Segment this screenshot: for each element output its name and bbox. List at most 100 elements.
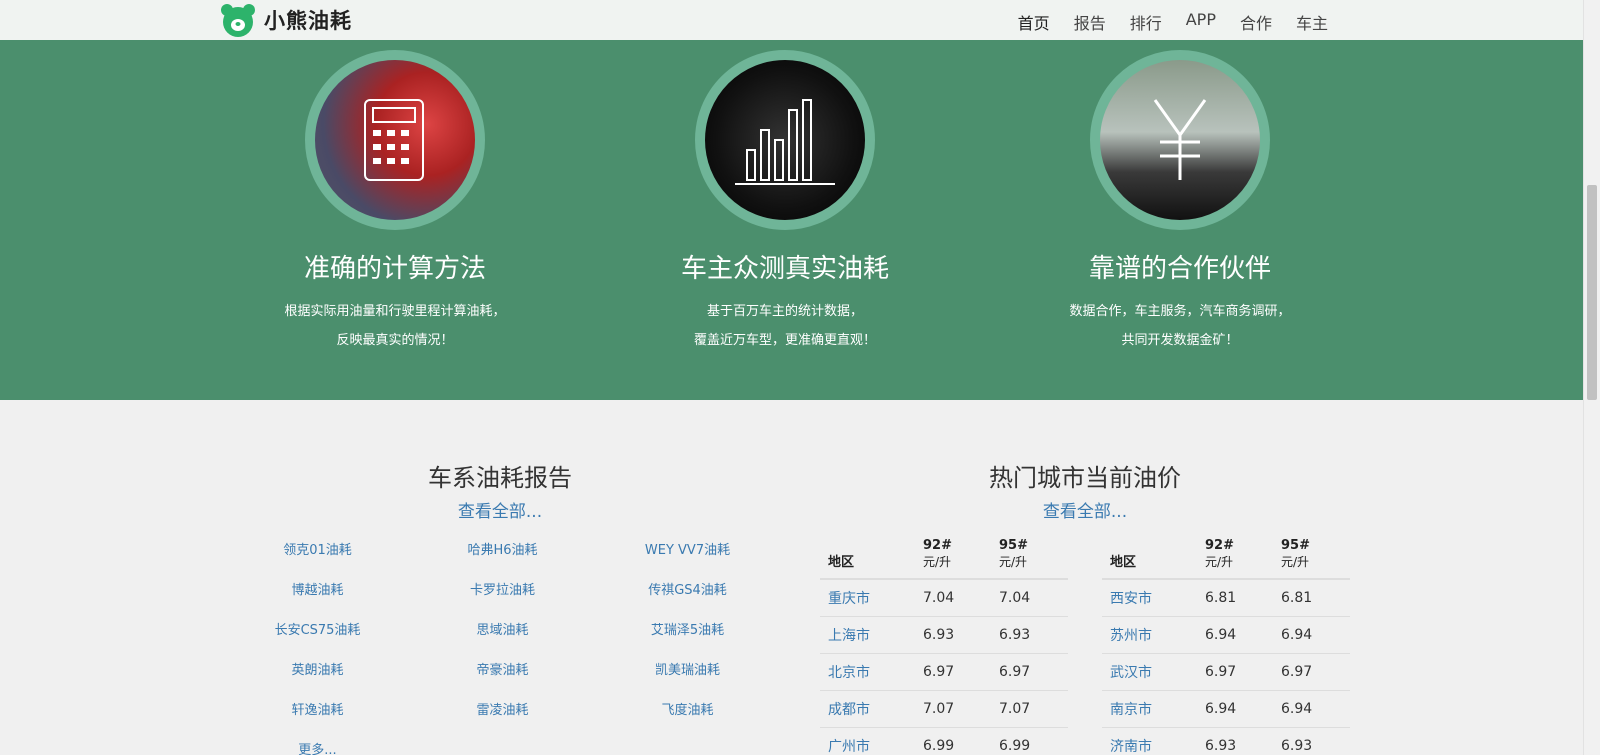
bar-chart-image bbox=[695, 50, 875, 230]
feature-accurate: 准确的计算方法 根据实际用油量和行驶里程计算油耗， 反映最真实的情况！ bbox=[205, 50, 585, 355]
table-row: 重庆市 7.04 7.04 bbox=[820, 579, 1068, 617]
report-link[interactable]: 帝豪油耗 bbox=[410, 660, 595, 700]
report-link[interactable]: 英朗油耗 bbox=[225, 660, 410, 700]
feature-desc-line: 反映最真实的情况！ bbox=[336, 333, 454, 348]
city-link[interactable]: 上海市 bbox=[820, 616, 915, 654]
feature-desc: 根据实际用油量和行驶里程计算油耗， 反映最真实的情况！ bbox=[205, 297, 585, 355]
page-scrollbar[interactable] bbox=[1583, 0, 1600, 755]
reports-title: 车系油耗报告 bbox=[428, 464, 572, 492]
price-95: 6.93 bbox=[1273, 727, 1350, 755]
unit-label: 元/升 bbox=[1205, 555, 1234, 569]
report-link[interactable]: 飞度油耗 bbox=[595, 700, 780, 740]
price-95: 7.04 bbox=[991, 579, 1068, 617]
report-grid: 领克01油耗 哈弗H6油耗 WEY VV7油耗 博越油耗 卡罗拉油耗 传祺GS4… bbox=[225, 540, 775, 755]
calculator-image bbox=[305, 50, 485, 230]
report-link[interactable]: 雷凌油耗 bbox=[410, 700, 595, 740]
nav-cooperation[interactable]: 合作 bbox=[1240, 10, 1272, 34]
report-link[interactable]: 哈弗H6油耗 bbox=[410, 540, 595, 580]
g92-label: 92# bbox=[923, 538, 952, 553]
feature-desc: 数据合作，车主服务，汽车商务调研， 共同开发数据金矿！ bbox=[990, 297, 1370, 355]
report-link[interactable]: 博越油耗 bbox=[225, 580, 410, 620]
feature-banner: 准确的计算方法 根据实际用油量和行驶里程计算油耗， 反映最真实的情况！ 车主众测… bbox=[0, 40, 1583, 400]
feature-title: 车主众测真实油耗 bbox=[680, 254, 889, 284]
report-link[interactable]: 凯美瑞油耗 bbox=[595, 660, 780, 700]
table-row: 西安市 6.81 6.81 bbox=[1102, 579, 1350, 617]
price-95: 6.97 bbox=[991, 653, 1068, 691]
reports-more-link[interactable]: 更多... bbox=[225, 740, 410, 755]
price-95: 6.94 bbox=[1273, 616, 1350, 654]
price-92: 7.07 bbox=[915, 690, 991, 728]
price-92: 6.93 bbox=[1197, 727, 1273, 755]
nav-ranking[interactable]: 排行 bbox=[1130, 10, 1162, 34]
report-link[interactable]: 艾瑞泽5油耗 bbox=[595, 620, 780, 660]
report-link[interactable]: 传祺GS4油耗 bbox=[595, 580, 780, 620]
nav-owners[interactable]: 车主 bbox=[1296, 10, 1328, 34]
feature-desc-line: 共同开发数据金矿！ bbox=[1121, 333, 1239, 348]
price-92: 6.94 bbox=[1197, 690, 1273, 728]
region-header: 地区 bbox=[1102, 538, 1197, 580]
unit-label: 元/升 bbox=[999, 555, 1028, 569]
table-header-row: 地区 92# 元/升 95# 元/升 bbox=[1102, 538, 1350, 580]
feature-desc-line: 根据实际用油量和行驶里程计算油耗， bbox=[284, 304, 506, 319]
price-92: 6.97 bbox=[1197, 653, 1273, 691]
g92-label: 92# bbox=[1205, 538, 1234, 553]
report-link[interactable]: WEY VV7油耗 bbox=[595, 540, 780, 580]
city-link[interactable]: 成都市 bbox=[820, 690, 915, 728]
reports-section: 车系油耗报告 查看全部... 领克01油耗 哈弗H6油耗 WEY VV7油耗 博… bbox=[225, 458, 775, 755]
price-95: 7.07 bbox=[991, 690, 1068, 728]
table-row: 武汉市 6.97 6.97 bbox=[1102, 653, 1350, 691]
region-header: 地区 bbox=[820, 538, 915, 580]
table-row: 成都市 7.07 7.07 bbox=[820, 690, 1068, 728]
report-link[interactable]: 卡罗拉油耗 bbox=[410, 580, 595, 620]
table-row: 上海市 6.93 6.93 bbox=[820, 616, 1068, 654]
city-link[interactable]: 苏州市 bbox=[1102, 616, 1197, 654]
nav-app[interactable]: APP bbox=[1186, 10, 1216, 34]
report-link[interactable]: 长安CS75油耗 bbox=[225, 620, 410, 660]
report-link[interactable]: 思域油耗 bbox=[410, 620, 595, 660]
scrollbar-thumb[interactable] bbox=[1587, 185, 1597, 400]
yuan-image bbox=[1090, 50, 1270, 230]
table-header-row: 地区 92# 元/升 95# 元/升 bbox=[820, 538, 1068, 580]
feature-title: 靠谱的合作伙伴 bbox=[1088, 254, 1271, 284]
nav-links: 首页 报告 排行 APP 合作 车主 bbox=[994, 10, 1328, 44]
logo[interactable]: 小熊油耗 bbox=[220, 3, 352, 37]
city-link[interactable]: 北京市 bbox=[820, 653, 915, 691]
reports-see-all-link[interactable]: 查看全部... bbox=[225, 497, 775, 522]
price-table-left: 地区 92# 元/升 95# 元/升 重庆市 7.04 7.04 上海市 6.93 6.93… bbox=[820, 538, 1068, 755]
feature-owners: 车主众测真实油耗 基于百万车主的统计数据， 覆盖近万车型，更准确更直观！ bbox=[595, 50, 975, 355]
price-95: 6.99 bbox=[991, 727, 1068, 755]
table-row: 北京市 6.97 6.97 bbox=[820, 653, 1068, 691]
unit-label: 元/升 bbox=[1281, 555, 1310, 569]
city-link[interactable]: 重庆市 bbox=[820, 579, 915, 617]
feature-desc-line: 数据合作，车主服务，汽车商务调研， bbox=[1069, 304, 1291, 319]
price-tables: 地区 92# 元/升 95# 元/升 重庆市 7.04 7.04 上海市 6.93 6.93… bbox=[820, 538, 1350, 755]
price-95: 6.93 bbox=[991, 616, 1068, 654]
report-link[interactable]: 领克01油耗 bbox=[225, 540, 410, 580]
g92-header: 92# 元/升 bbox=[915, 538, 991, 580]
nav-reports[interactable]: 报告 bbox=[1074, 10, 1106, 34]
price-92: 6.81 bbox=[1197, 579, 1273, 617]
feature-desc: 基于百万车主的统计数据， 覆盖近万车型，更准确更直观！ bbox=[595, 297, 975, 355]
report-link[interactable]: 轩逸油耗 bbox=[225, 700, 410, 740]
price-92: 6.93 bbox=[915, 616, 991, 654]
city-link[interactable]: 广州市 bbox=[820, 727, 915, 755]
city-link[interactable]: 济南市 bbox=[1102, 727, 1197, 755]
price-92: 7.04 bbox=[915, 579, 991, 617]
city-link[interactable]: 西安市 bbox=[1102, 579, 1197, 617]
city-link[interactable]: 南京市 bbox=[1102, 690, 1197, 728]
feature-desc-line: 基于百万车主的统计数据， bbox=[706, 304, 863, 319]
price-92: 6.94 bbox=[1197, 616, 1273, 654]
g95-label: 95# bbox=[999, 538, 1028, 553]
feature-partners: 靠谱的合作伙伴 数据合作，车主服务，汽车商务调研， 共同开发数据金矿！ bbox=[990, 50, 1370, 355]
top-nav: 小熊油耗 首页 报告 排行 APP 合作 车主 bbox=[0, 0, 1583, 44]
price-95: 6.97 bbox=[1273, 653, 1350, 691]
table-row: 济南市 6.93 6.93 bbox=[1102, 727, 1350, 755]
g95-label: 95# bbox=[1281, 538, 1310, 553]
price-92: 6.99 bbox=[915, 727, 991, 755]
nav-home[interactable]: 首页 bbox=[1017, 10, 1050, 44]
table-row: 广州市 6.99 6.99 bbox=[820, 727, 1068, 755]
prices-see-all-link[interactable]: 查看全部... bbox=[820, 497, 1350, 522]
table-row: 南京市 6.94 6.94 bbox=[1102, 690, 1350, 728]
city-link[interactable]: 武汉市 bbox=[1102, 653, 1197, 691]
price-92: 6.97 bbox=[915, 653, 991, 691]
